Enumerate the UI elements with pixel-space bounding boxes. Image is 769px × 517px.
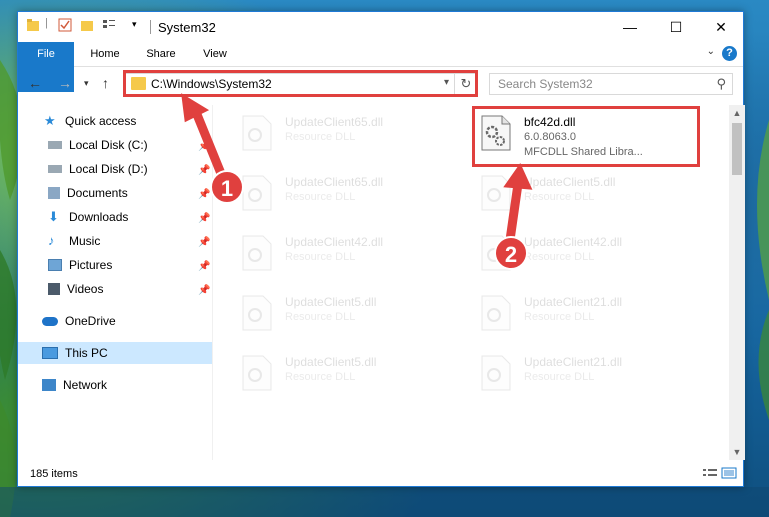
- arrow-step-2: [505, 179, 523, 245]
- step-badge-1: 1: [210, 170, 244, 204]
- step-badge-2: 2: [494, 236, 528, 270]
- annotation-arrows: [181, 93, 533, 245]
- arrow-step-1: [191, 107, 227, 181]
- arrow-head-step-2: [503, 162, 533, 190]
